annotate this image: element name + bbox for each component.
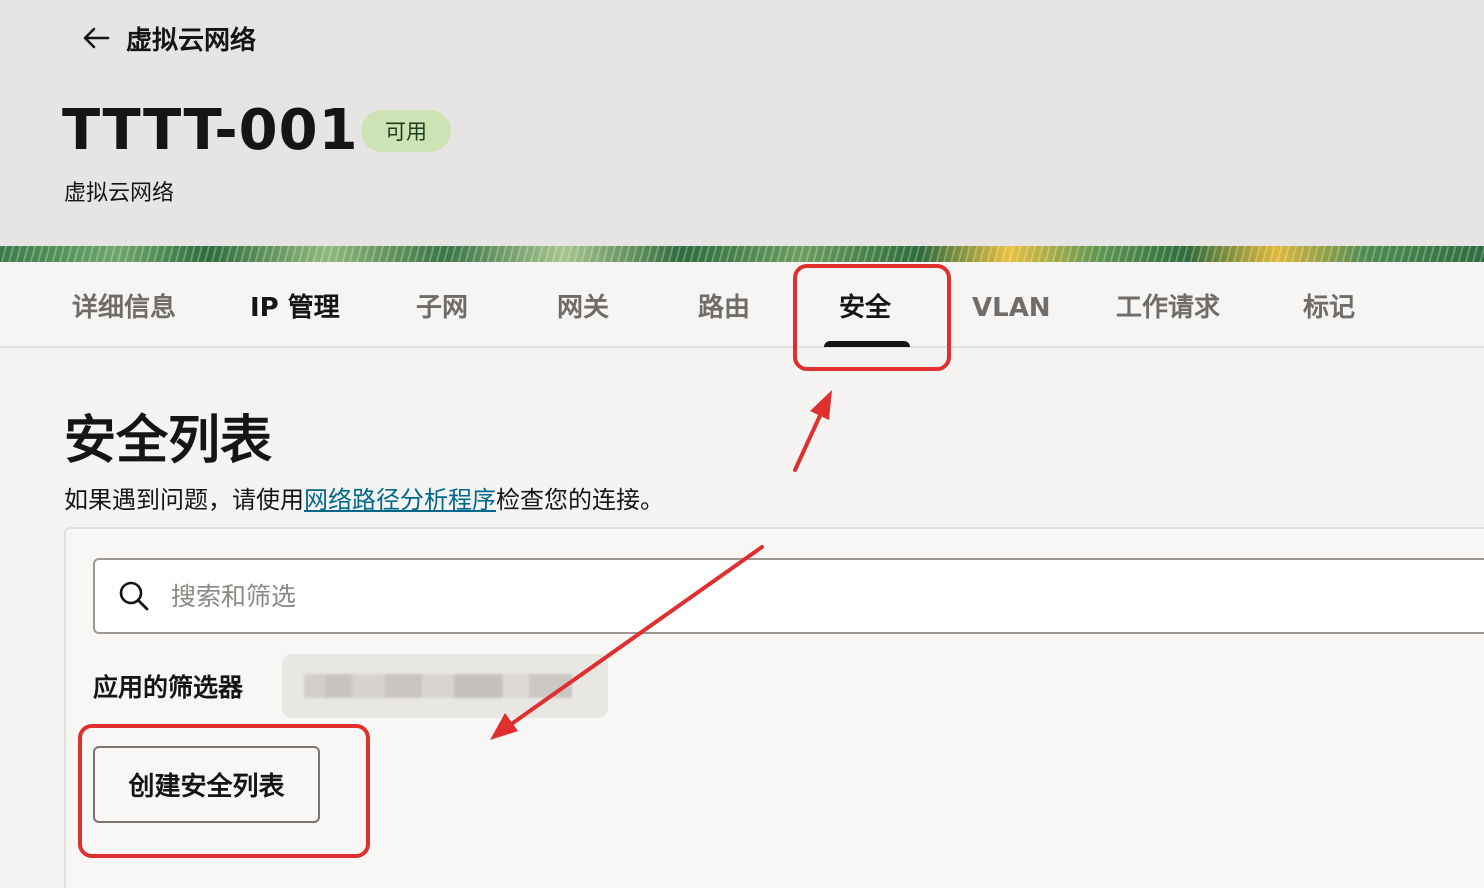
help-text: 如果遇到问题，请使用网络路径分析程序检查您的连接。	[64, 480, 664, 515]
tab-tags[interactable]: 标记	[1303, 262, 1355, 348]
applied-filter-chip[interactable]	[282, 654, 608, 718]
create-security-list-button[interactable]: 创建安全列表	[93, 746, 320, 823]
back-link-label: 虚拟云网络	[126, 25, 257, 56]
tab-ip-management[interactable]: IP 管理	[250, 262, 340, 348]
tab-routing[interactable]: 路由	[698, 262, 750, 348]
section-title: 安全列表	[64, 411, 273, 471]
arrow-to-security-tab	[793, 390, 832, 472]
tab-bar: 详细信息 IP 管理 子网 网关 路由 安全 VLAN 工作请求 标记	[0, 262, 1484, 348]
arrow-left-icon	[83, 27, 110, 49]
tab-details[interactable]: 详细信息	[72, 262, 176, 348]
applied-filters-label: 应用的筛选器	[93, 673, 244, 702]
back-link[interactable]: 虚拟云网络	[80, 18, 256, 58]
search-icon	[119, 581, 149, 611]
page-header: 虚拟云网络 TTTT-001 可用 虚拟云网络	[0, 0, 1484, 246]
page-title: TTTT-001	[62, 98, 359, 163]
help-text-prefix: 如果遇到问题，请使用	[64, 486, 304, 514]
redacted-filter-value	[304, 674, 572, 698]
active-tab-indicator	[824, 341, 910, 347]
search-box[interactable]	[93, 558, 1484, 634]
tab-gateways[interactable]: 网关	[557, 262, 609, 348]
tab-vlan[interactable]: VLAN	[972, 262, 1051, 348]
resource-type-label: 虚拟云网络	[64, 181, 175, 206]
decorative-banner	[0, 246, 1484, 262]
tab-work-requests[interactable]: 工作请求	[1116, 262, 1220, 348]
tab-security[interactable]: 安全	[839, 262, 891, 348]
status-badge: 可用	[361, 110, 451, 152]
search-input[interactable]	[171, 581, 1371, 611]
tab-subnets[interactable]: 子网	[416, 262, 468, 348]
network-path-analyzer-link[interactable]: 网络路径分析程序	[304, 486, 496, 514]
help-text-suffix: 检查您的连接。	[496, 486, 664, 514]
